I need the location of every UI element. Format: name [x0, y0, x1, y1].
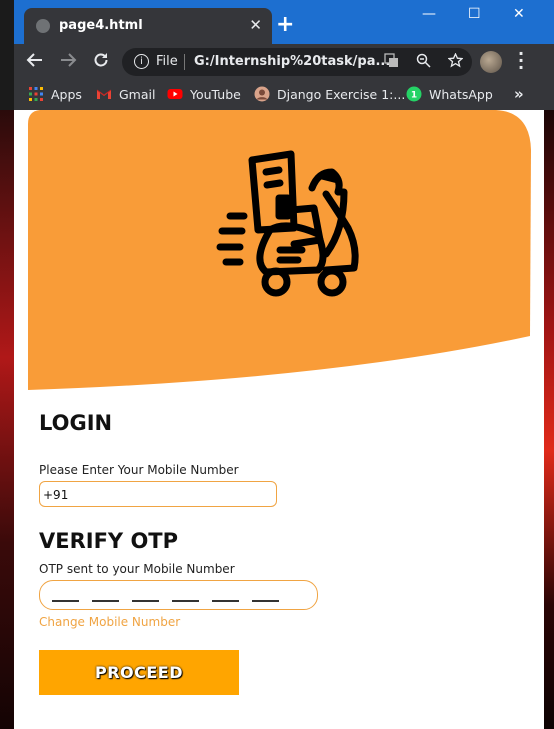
otp-input[interactable]	[39, 580, 318, 610]
profile-avatar[interactable]	[480, 51, 502, 73]
tab-title: page4.html	[59, 18, 143, 33]
bookmark-label: Django Exercise 1:...	[277, 86, 406, 102]
otp-digit-slot[interactable]	[92, 600, 119, 602]
bookmark-django-exercise[interactable]: Django Exercise 1:...	[254, 86, 405, 102]
otp-digit-slot[interactable]	[52, 600, 79, 602]
browser-toolbar: i File G:/Internship%20task/pa... · · ·	[14, 44, 554, 80]
bookmarks-overflow-icon[interactable]: »	[514, 85, 524, 103]
address-bar[interactable]: i File G:/Internship%20task/pa...	[122, 48, 472, 76]
tab-page4[interactable]: page4.html ✕	[24, 8, 272, 44]
otp-digit-slot[interactable]	[172, 600, 199, 602]
bookmark-whatsapp[interactable]: 1 WhatsApp	[406, 86, 493, 102]
bookmark-label: YouTube	[190, 86, 241, 102]
bookmark-youtube[interactable]: YouTube	[167, 86, 241, 102]
info-icon[interactable]: i	[134, 54, 149, 69]
close-window-button[interactable]: ✕	[513, 6, 525, 22]
youtube-icon	[167, 86, 183, 102]
bookmark-label: WhatsApp	[429, 86, 493, 102]
svg-text:1: 1	[411, 91, 417, 101]
page-content: LOGIN Please Enter Your Mobile Number +9…	[14, 110, 544, 729]
login-heading: LOGIN	[39, 411, 113, 435]
forward-arrow-icon[interactable]	[59, 51, 77, 74]
bookmark-star-icon[interactable]	[447, 52, 464, 72]
kebab-menu-icon[interactable]: · · ·	[518, 46, 524, 76]
globe-icon	[36, 19, 50, 33]
profile-icon	[254, 86, 270, 102]
otp-digit-slot[interactable]	[252, 600, 279, 602]
mobile-number-input[interactable]: +91	[39, 481, 277, 507]
title-bar: page4.html ✕ + — ☐ ✕	[14, 0, 554, 44]
bookmark-label: Gmail	[119, 86, 156, 102]
bookmark-apps[interactable]: Apps	[28, 86, 82, 102]
bookmark-label: Apps	[51, 86, 82, 102]
translate-icon[interactable]	[384, 53, 399, 72]
minimize-button[interactable]: —	[422, 6, 436, 22]
verify-otp-heading: VERIFY OTP	[39, 529, 179, 553]
otp-digit-slot[interactable]	[132, 600, 159, 602]
mobile-number-label: Please Enter Your Mobile Number	[39, 463, 239, 477]
new-tab-button[interactable]: +	[276, 12, 294, 37]
address-divider	[184, 54, 185, 70]
browser-window: page4.html ✕ + — ☐ ✕ i File G:/Internshi…	[14, 0, 554, 729]
bookmark-gmail[interactable]: Gmail	[96, 86, 155, 102]
maximize-button[interactable]: ☐	[468, 6, 481, 22]
bookmarks-bar: Apps Gmail YouTube Django Exercise 1:...…	[14, 80, 554, 110]
back-arrow-icon[interactable]	[26, 51, 44, 74]
zoom-out-icon[interactable]	[416, 53, 431, 72]
otp-digit-slot[interactable]	[212, 600, 239, 602]
address-url[interactable]: G:/Internship%20task/pa...	[194, 54, 390, 69]
reload-icon[interactable]	[92, 51, 110, 74]
address-scheme: File	[156, 54, 178, 69]
hero-banner	[26, 110, 532, 390]
whatsapp-icon: 1	[406, 86, 422, 102]
proceed-button[interactable]: PROCEED	[39, 650, 239, 695]
otp-label: OTP sent to your Mobile Number	[39, 562, 235, 576]
gmail-icon	[96, 86, 112, 102]
tab-close-icon[interactable]: ✕	[249, 16, 262, 34]
change-mobile-number-link[interactable]: Change Mobile Number	[39, 615, 180, 629]
apps-grid-icon	[28, 86, 44, 102]
